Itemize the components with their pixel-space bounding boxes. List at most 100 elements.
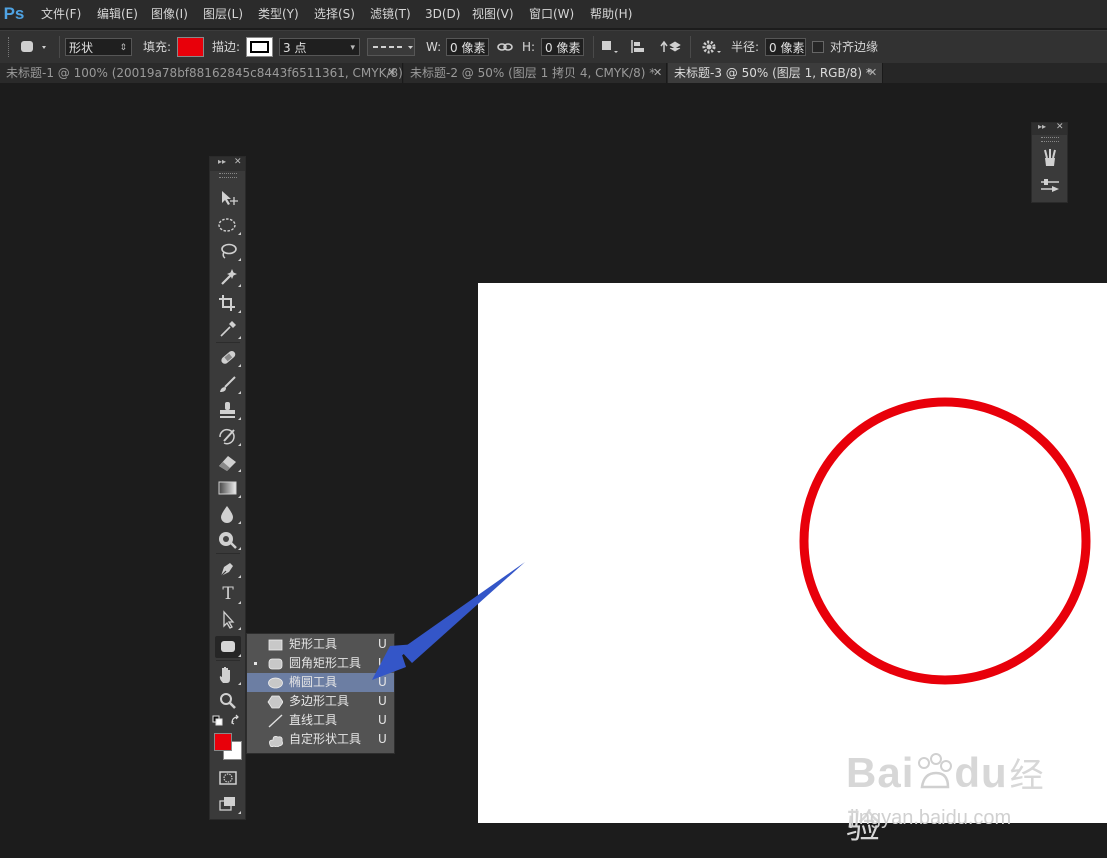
path-selection-tool[interactable] bbox=[215, 609, 241, 631]
healing-brush-tool[interactable] bbox=[215, 346, 241, 368]
brush-tool[interactable] bbox=[215, 373, 241, 395]
tab-document-1[interactable]: 未标题-1 @ 100% (20019a78bf88162845c8443f65… bbox=[0, 63, 403, 83]
stroke-swatch[interactable] bbox=[246, 37, 273, 57]
close-icon[interactable]: ✕ bbox=[234, 157, 242, 167]
photoshop-logo: Ps bbox=[3, 4, 25, 23]
width-label: W: bbox=[426, 40, 442, 54]
custom-shape-icon bbox=[269, 736, 283, 747]
collapse-icon[interactable]: ▸▸ bbox=[218, 157, 226, 166]
hand-tool[interactable] bbox=[215, 664, 241, 686]
history-brush-tool[interactable] bbox=[215, 425, 241, 447]
gear-icon[interactable] bbox=[700, 39, 722, 55]
rounded-rectangle-icon bbox=[21, 41, 46, 52]
polygon-icon bbox=[267, 695, 283, 709]
fill-color-chip bbox=[178, 38, 203, 56]
elliptical-marquee-tool[interactable] bbox=[215, 214, 241, 236]
path-arrangement-icon[interactable] bbox=[659, 39, 681, 55]
align-edges-checkbox[interactable] bbox=[812, 41, 824, 53]
tools-panel: ▸▸ ✕ T bbox=[209, 156, 246, 820]
crop-tool[interactable] bbox=[215, 292, 241, 314]
menu-edit[interactable]: 编辑(E) bbox=[97, 0, 138, 28]
path-alignment-icon[interactable] bbox=[629, 39, 649, 55]
path-operations-icon[interactable] bbox=[600, 39, 620, 55]
flyout-item-custom-shape[interactable]: 自定形状工具 U bbox=[247, 730, 394, 749]
document-tab-bar: 未标题-1 @ 100% (20019a78bf88162845c8443f65… bbox=[0, 63, 1107, 83]
menu-layer[interactable]: 图层(L) bbox=[203, 0, 243, 28]
eraser-tool[interactable] bbox=[215, 451, 241, 473]
brush-presets-icon[interactable] bbox=[1039, 147, 1061, 169]
fill-swatch[interactable] bbox=[177, 37, 204, 57]
clone-stamp-tool[interactable] bbox=[215, 399, 241, 421]
stroke-preview-icon bbox=[250, 41, 269, 53]
align-edges-label: 对齐边缘 bbox=[830, 40, 879, 54]
paw-logo-icon bbox=[914, 749, 954, 797]
collapse-icon[interactable]: ▸▸ bbox=[1038, 122, 1046, 131]
close-icon[interactable]: ✕ bbox=[387, 63, 396, 83]
tool-preset-picker[interactable] bbox=[20, 39, 52, 55]
menu-3d[interactable]: 3D(D) bbox=[425, 0, 460, 28]
current-tool-dot bbox=[254, 662, 257, 665]
panel-header[interactable]: ▸▸ ✕ bbox=[1032, 122, 1067, 135]
pen-tool[interactable] bbox=[215, 557, 241, 579]
rounded-rectangle-tool[interactable] bbox=[215, 636, 241, 658]
type-tool[interactable]: T bbox=[215, 583, 241, 605]
baidu-jingyan-watermark: Bai du经验 jingyan.baidu.com bbox=[846, 749, 1045, 846]
tab-document-2[interactable]: 未标题-2 @ 50% (图层 1 拷贝 4, CMYK/8) * ✕ bbox=[404, 63, 667, 83]
close-icon[interactable]: ✕ bbox=[868, 63, 877, 83]
collapsed-panel-dock: ▸▸ ✕ bbox=[1031, 122, 1068, 203]
eyedropper-tool[interactable] bbox=[215, 318, 241, 340]
grip-handle[interactable] bbox=[219, 173, 237, 178]
stroke-width-field[interactable]: 3 点 ▾ bbox=[279, 38, 360, 56]
menu-file[interactable]: 文件(F) bbox=[41, 0, 81, 28]
rounded-rectangle-icon bbox=[268, 658, 283, 670]
quick-mask-button[interactable] bbox=[215, 767, 241, 789]
height-field[interactable]: 0 像素 bbox=[541, 38, 584, 56]
type-icon: T bbox=[222, 584, 234, 604]
grip-handle[interactable] bbox=[8, 37, 12, 57]
stroke-label: 描边: bbox=[212, 40, 241, 54]
updown-icon: ⇕ bbox=[119, 43, 127, 53]
line-icon bbox=[268, 714, 283, 728]
move-icon bbox=[222, 191, 238, 205]
magnifier-icon bbox=[220, 693, 236, 709]
stroke-type-select[interactable] bbox=[367, 38, 415, 56]
dashed-line-icon bbox=[373, 46, 413, 49]
options-bar: 形状 ⇕ 填充: 描边: 3 点 ▾ W: 0 像素 H: 0 像素 半径: 0… bbox=[0, 30, 1107, 64]
close-icon[interactable]: ✕ bbox=[1056, 122, 1064, 132]
menu-view[interactable]: 视图(V) bbox=[472, 0, 514, 28]
flyout-item-polygon[interactable]: 多边形工具 U bbox=[247, 692, 394, 711]
default-colors-icon[interactable] bbox=[212, 715, 226, 727]
brush-settings-icon[interactable] bbox=[1039, 175, 1061, 197]
annotation-arrow bbox=[372, 562, 525, 680]
blur-tool[interactable] bbox=[215, 503, 241, 525]
menu-window[interactable]: 窗口(W) bbox=[529, 0, 574, 28]
menu-select[interactable]: 选择(S) bbox=[314, 0, 355, 28]
grip-handle[interactable] bbox=[1041, 137, 1059, 142]
close-icon[interactable]: ✕ bbox=[653, 63, 662, 83]
width-field[interactable]: 0 像素 bbox=[446, 38, 489, 56]
rectangle-icon bbox=[268, 639, 283, 651]
flyout-item-line[interactable]: 直线工具 U bbox=[247, 711, 394, 730]
mode-select[interactable]: 形状 ⇕ bbox=[65, 38, 132, 56]
menu-image[interactable]: 图像(I) bbox=[151, 0, 188, 28]
dodge-tool[interactable] bbox=[215, 529, 241, 551]
move-tool[interactable] bbox=[215, 187, 241, 209]
menu-filter[interactable]: 滤镜(T) bbox=[370, 0, 411, 28]
magic-wand-tool[interactable] bbox=[215, 266, 241, 288]
gradient-tool[interactable] bbox=[215, 477, 241, 499]
quick-mask-icon bbox=[219, 771, 237, 785]
menu-help[interactable]: 帮助(H) bbox=[590, 0, 632, 28]
foreground-color-swatch[interactable] bbox=[214, 733, 232, 751]
panel-header[interactable]: ▸▸ ✕ bbox=[210, 157, 245, 171]
zoom-tool[interactable] bbox=[215, 690, 241, 712]
chevron-down-icon: ▾ bbox=[350, 43, 355, 53]
ellipse-icon bbox=[268, 677, 283, 689]
menu-type[interactable]: 类型(Y) bbox=[258, 0, 299, 28]
radius-field[interactable]: 0 像素 bbox=[765, 38, 806, 56]
lasso-tool[interactable] bbox=[215, 240, 241, 262]
screen-mode-button[interactable] bbox=[215, 793, 241, 815]
link-icon[interactable] bbox=[497, 40, 513, 54]
red-circle-shape bbox=[799, 397, 1091, 685]
tab-document-3[interactable]: 未标题-3 @ 50% (图层 1, RGB/8) * ✕ bbox=[668, 63, 883, 83]
swap-colors-icon[interactable] bbox=[230, 714, 242, 726]
